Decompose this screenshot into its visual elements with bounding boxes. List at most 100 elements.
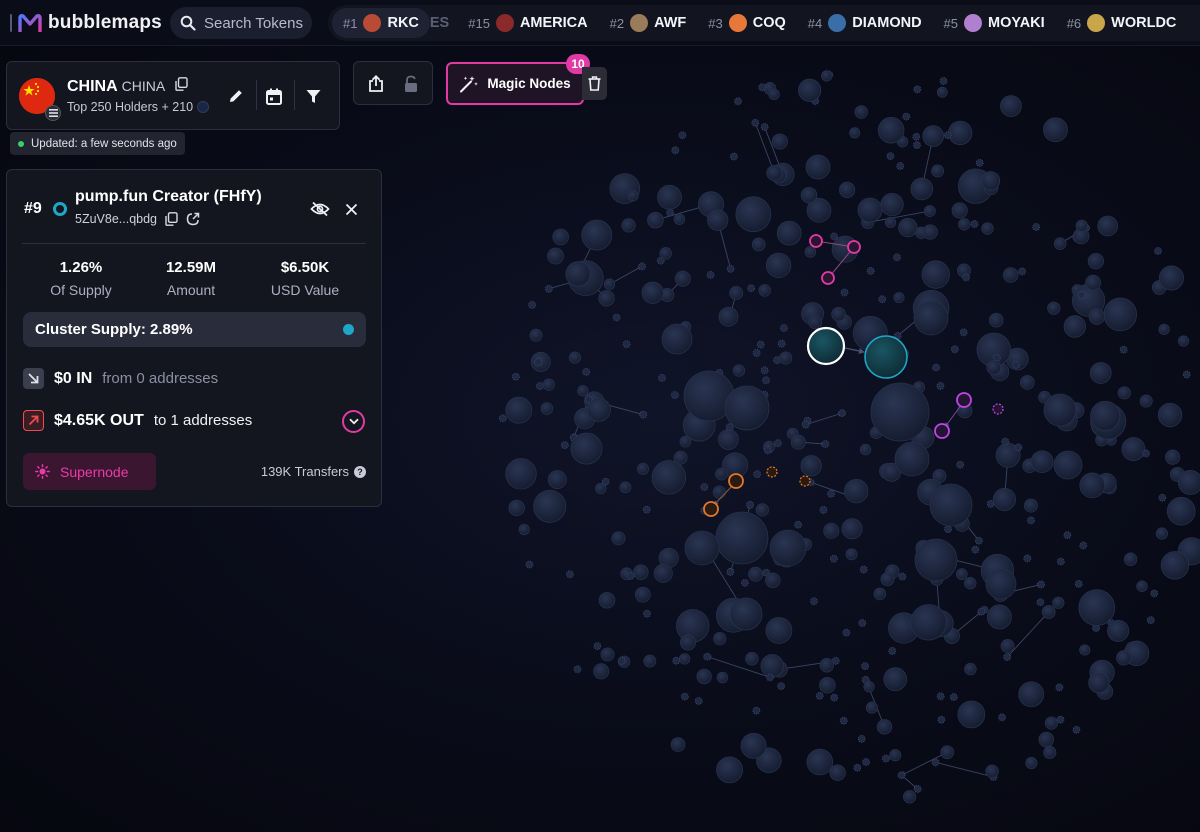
share-button[interactable] bbox=[361, 69, 391, 99]
graph-bubble bbox=[857, 197, 883, 223]
graph-bubble bbox=[1030, 450, 1054, 473]
stat-value: 12.59M bbox=[165, 259, 217, 276]
hide-wallet-button[interactable] bbox=[305, 194, 335, 224]
highlighted-bubble[interactable] bbox=[934, 423, 950, 439]
calendar-button[interactable] bbox=[259, 81, 289, 111]
graph-bubble bbox=[729, 286, 744, 300]
graph-bubble bbox=[1139, 394, 1153, 408]
graph-bubble bbox=[988, 312, 1004, 328]
highlighted-bubble[interactable] bbox=[821, 271, 835, 285]
graph-bubble bbox=[1019, 375, 1035, 390]
highlighted-bubble[interactable] bbox=[703, 501, 719, 517]
graph-bubble bbox=[913, 785, 922, 793]
graph-bubble bbox=[1157, 402, 1183, 428]
copy-icon[interactable] bbox=[175, 77, 188, 91]
edit-button[interactable] bbox=[221, 81, 251, 111]
graph-bubble bbox=[1136, 580, 1148, 592]
graph-bubble bbox=[902, 112, 911, 121]
bubblemaps-logo[interactable]: bubblemaps bbox=[10, 8, 162, 38]
graph-bubble bbox=[1018, 267, 1027, 276]
graph-bubble bbox=[1044, 716, 1058, 730]
ticker-item-3[interactable]: #2 AWF bbox=[599, 5, 698, 41]
ticker-item-4[interactable]: #3 COQ bbox=[697, 5, 797, 41]
ticker-item-7[interactable]: #6 WORLDC bbox=[1056, 5, 1188, 41]
ticker-faded-text: ES bbox=[429, 15, 450, 31]
graph-bubble bbox=[706, 271, 715, 279]
transfers-count: 139K Transfers ? bbox=[261, 464, 366, 479]
search-input[interactable] bbox=[204, 14, 304, 32]
highlighted-bubble[interactable] bbox=[847, 240, 861, 254]
graph-bubble bbox=[798, 78, 822, 102]
graph-bubble bbox=[740, 732, 767, 759]
ticker-name: WORLDC bbox=[1111, 15, 1177, 31]
copy-address-icon[interactable] bbox=[165, 212, 178, 226]
highlighted-bubble[interactable] bbox=[864, 335, 908, 379]
graph-bubble bbox=[870, 382, 930, 442]
graph-bubble bbox=[992, 353, 1001, 362]
graph-bubble bbox=[658, 374, 666, 382]
graph-bubble bbox=[898, 572, 907, 581]
close-icon bbox=[345, 203, 357, 215]
graph-bubble bbox=[678, 131, 687, 140]
highlighted-bubble[interactable] bbox=[956, 392, 972, 408]
supernode-button[interactable]: Supernode bbox=[23, 453, 156, 490]
highlighted-bubble[interactable] bbox=[806, 326, 846, 366]
graph-bubble bbox=[955, 568, 968, 580]
graph-bubble bbox=[975, 158, 984, 167]
token-symbol: CHINA bbox=[121, 78, 166, 94]
graph-bubble bbox=[1078, 589, 1116, 626]
graph-bubble bbox=[880, 193, 904, 217]
close-panel-button[interactable] bbox=[336, 194, 366, 224]
graph-bubble bbox=[1037, 580, 1046, 589]
magic-nodes-button[interactable]: Magic Nodes bbox=[446, 62, 584, 105]
graph-bubble bbox=[1043, 745, 1057, 760]
highlighted-bubble[interactable] bbox=[992, 403, 1004, 415]
highlighted-bubble[interactable] bbox=[809, 234, 823, 248]
graph-bubble bbox=[859, 565, 868, 574]
graph-bubble bbox=[839, 716, 848, 725]
graph-bubble bbox=[769, 529, 807, 567]
graph-bubble bbox=[790, 434, 806, 450]
help-icon[interactable]: ? bbox=[354, 465, 366, 478]
ticker-item-2[interactable]: #15 AMERICA bbox=[457, 5, 598, 41]
pencil-icon bbox=[230, 90, 242, 102]
filter-button[interactable] bbox=[298, 81, 328, 111]
graph-bubble bbox=[700, 483, 709, 491]
graph-bubble bbox=[844, 478, 869, 504]
clear-magic-nodes-button[interactable] bbox=[582, 67, 607, 100]
wallet-color-ring-icon bbox=[53, 202, 67, 216]
search-bar[interactable] bbox=[170, 7, 312, 39]
graph-bubble bbox=[694, 697, 703, 705]
graph-bubble bbox=[882, 754, 890, 763]
highlighted-bubble[interactable] bbox=[766, 466, 778, 478]
graph-bubble bbox=[1155, 527, 1169, 540]
graph-bubble bbox=[1077, 291, 1086, 299]
highlighted-bubble[interactable] bbox=[728, 473, 744, 489]
external-link-icon[interactable] bbox=[186, 212, 200, 226]
graph-bubble bbox=[724, 385, 770, 431]
graph-bubble bbox=[951, 202, 968, 219]
graph-bubble bbox=[696, 668, 712, 685]
ticker-item-1[interactable]: #1 RKC bbox=[332, 8, 430, 38]
ticker-item-5[interactable]: #4 DIAMOND bbox=[797, 5, 933, 41]
wallet-address: 5ZuV8e...qbdg bbox=[75, 212, 158, 226]
graph-bubble bbox=[712, 485, 727, 499]
graph-bubble bbox=[1107, 619, 1130, 642]
wallet-details-panel: #9 pump.fun Creator (FHfY) 5ZuV8e...qbdg… bbox=[6, 169, 382, 507]
graph-bubble bbox=[678, 653, 691, 665]
sun-icon bbox=[35, 464, 50, 479]
cluster-supply-text: Cluster Supply: 2.89% bbox=[35, 321, 193, 338]
inflow-description: from 0 addresses bbox=[102, 370, 219, 387]
ticker-item-6[interactable]: #5 MOYAKI bbox=[933, 5, 1056, 41]
lock-button[interactable] bbox=[396, 69, 426, 99]
graph-edge bbox=[706, 655, 771, 678]
expand-outflow-button[interactable] bbox=[342, 410, 365, 433]
highlighted-bubble[interactable] bbox=[799, 475, 811, 487]
graph-bubble bbox=[937, 715, 946, 724]
graph-bubble bbox=[505, 396, 533, 424]
ticker-name: AMERICA bbox=[519, 15, 588, 31]
graph-bubble bbox=[830, 232, 839, 241]
cluster-supply-bar[interactable]: Cluster Supply: 2.89% bbox=[23, 312, 366, 347]
graph-bubble bbox=[505, 458, 537, 490]
share-icon bbox=[369, 75, 383, 92]
